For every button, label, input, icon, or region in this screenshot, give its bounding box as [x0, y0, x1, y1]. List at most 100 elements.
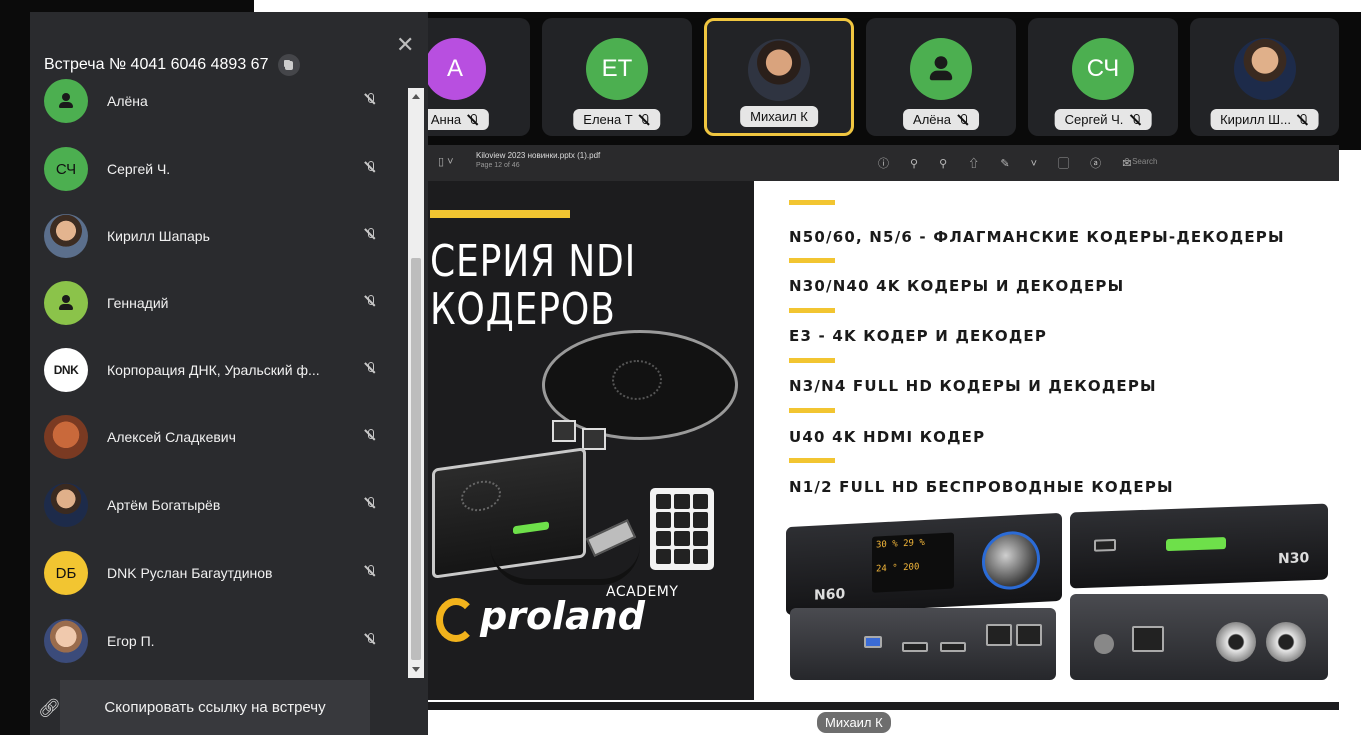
- scroll-down-arrow-icon[interactable]: [412, 667, 420, 672]
- background-top-left: [0, 0, 254, 12]
- encoder-n60-back-image: [790, 608, 1056, 680]
- feature-marker: [789, 200, 835, 205]
- feature-marker: [789, 358, 835, 363]
- sidebar-toggle-icon[interactable]: ▯ ˅: [438, 155, 454, 168]
- pdf-search-input[interactable]: ⚲ Search: [1124, 157, 1157, 166]
- encoder-n30-back-image: [1070, 594, 1328, 680]
- encoder-n30-image: N30: [1070, 503, 1328, 589]
- participant-list: Алёна СЧ Сергей Ч. Кирилл Шапарь Геннади…: [30, 78, 408, 678]
- proland-logo: proland ACADEMY: [436, 584, 696, 650]
- tile-name: Михаил К: [740, 106, 818, 127]
- participant-row[interactable]: Егор П.: [30, 607, 408, 675]
- mic-off-icon: [364, 632, 376, 650]
- participant-name: Кирилл Шапарь: [107, 228, 210, 244]
- pdf-toolbar-icons[interactable]: ⓘ ⚲ ⚲ ⇧ ✎ ˅ ▢ ⓐ ✉: [878, 155, 1140, 171]
- encoder-screen: 30 % 29 % 24 ° 200: [872, 532, 954, 593]
- avatar-photo: [44, 415, 88, 459]
- tile-name: Елена Т: [573, 109, 661, 130]
- mic-off-icon: [639, 113, 651, 126]
- tile-mikhail-active[interactable]: Михаил К: [704, 18, 854, 136]
- scroll-up-arrow-icon[interactable]: [412, 94, 420, 99]
- participant-row[interactable]: DБ DNK Руслан Багаутдинов: [30, 539, 408, 607]
- feature-marker: [789, 458, 835, 463]
- avatar: А: [424, 38, 486, 100]
- avatar-photo: [1233, 38, 1296, 100]
- tile-name: Сергей Ч.: [1054, 109, 1152, 130]
- participant-name: DNK Руслан Багаутдинов: [107, 565, 273, 581]
- feature-marker: [789, 308, 835, 313]
- tile-kirill[interactable]: Кирилл Ш...: [1190, 18, 1339, 136]
- avatar: ЕТ: [586, 38, 648, 100]
- mic-off-icon: [957, 113, 969, 126]
- feature-item: N3/N4 FULL HD КОДЕРЫ И ДЕКОДЕРЫ: [789, 377, 1157, 395]
- participant-name: Артём Богатырёв: [107, 497, 221, 513]
- mic-off-icon: [1297, 113, 1309, 126]
- scroll-thumb[interactable]: [411, 258, 421, 660]
- pdf-title: Kiloview 2023 новинки.pptx (1).pdf Page …: [476, 151, 600, 171]
- participant-row[interactable]: Артём Богатырёв: [30, 471, 408, 539]
- tile-sergey[interactable]: СЧ Сергей Ч.: [1028, 18, 1178, 136]
- feature-marker: [789, 408, 835, 413]
- panel-footer: 🔗︎ Скопировать ссылку на встречу: [30, 680, 428, 735]
- avatar-photo: [748, 39, 810, 101]
- feature-item: N50/60, N5/6 - ФЛАГМАНСКИЕ КОДЕРЫ-ДЕКОДЕ…: [789, 228, 1285, 246]
- participant-name: Егор П.: [107, 633, 155, 649]
- encoder-n60-image: 30 % 29 % 24 ° 200 N60: [786, 512, 1062, 616]
- tile-name: Анна: [420, 109, 490, 130]
- avatar: СЧ: [44, 147, 88, 191]
- participant-name: Алексей Сладкевич: [107, 429, 236, 445]
- mic-off-icon: [364, 564, 376, 582]
- feature-marker: [789, 258, 835, 263]
- mic-off-icon: [364, 361, 376, 379]
- mic-off-icon: [364, 227, 376, 245]
- avatar: [910, 38, 972, 100]
- active-speaker-label: Михаил К: [817, 712, 891, 733]
- mic-off-icon: [364, 496, 376, 514]
- avatar: [44, 79, 88, 123]
- participant-row[interactable]: Кирилл Шапарь: [30, 202, 408, 270]
- background-left: [0, 0, 30, 735]
- tile-alena[interactable]: Алёна: [866, 18, 1016, 136]
- avatar: DБ: [44, 551, 88, 595]
- cable-image: [490, 545, 640, 585]
- mic-off-icon: [467, 113, 479, 126]
- mic-off-icon: [364, 160, 376, 178]
- avatar-photo: [44, 214, 88, 258]
- tile-elena[interactable]: ЕТ Елена Т: [542, 18, 692, 136]
- copy-icon[interactable]: [278, 54, 301, 76]
- device-keypad-image: [650, 488, 714, 570]
- pdf-filename: Kiloview 2023 новинки.pptx (1).pdf: [476, 151, 601, 160]
- participant-name: Алёна: [107, 93, 148, 109]
- slide-bottom-edge: [428, 702, 1339, 710]
- participant-name: Сергей Ч.: [107, 161, 171, 177]
- feature-item: N1/2 FULL HD БЕСПРОВОДНЫЕ КОДЕРЫ: [789, 478, 1174, 496]
- avatar-photo: [44, 483, 88, 527]
- participants-panel: Встреча № 4041 6046 4893 67 ✕ Алёна СЧ С…: [30, 12, 428, 735]
- participant-row[interactable]: Алексей Сладкевич: [30, 403, 408, 471]
- slide-heading: СЕРИЯ NDI КОДЕРОВ: [430, 236, 637, 335]
- person-icon: [58, 93, 74, 109]
- participant-row[interactable]: Геннадий: [30, 269, 408, 337]
- feature-item: N30/N40 4K КОДЕРЫ И ДЕКОДЕРЫ: [789, 277, 1125, 295]
- participant-scrollbar[interactable]: [408, 88, 424, 678]
- close-icon[interactable]: ✕: [396, 32, 414, 58]
- participant-row[interactable]: DNK Корпорация ДНК, Уральский ф...: [30, 336, 408, 404]
- feature-item: E3 - 4K КОДЕР И ДЕКОДЕР: [789, 327, 1048, 345]
- person-icon: [928, 56, 954, 82]
- person-icon: [58, 295, 74, 311]
- participant-name: Корпорация ДНК, Уральский ф...: [107, 362, 320, 378]
- tile-name: Алёна: [903, 109, 979, 130]
- copy-link-button[interactable]: Скопировать ссылку на встречу: [60, 680, 370, 735]
- tile-name: Кирилл Ш...: [1210, 109, 1319, 130]
- participant-name: Геннадий: [107, 295, 169, 311]
- avatar: СЧ: [1072, 38, 1134, 100]
- link-icon: 🔗︎: [38, 698, 61, 718]
- mic-off-icon: [364, 92, 376, 110]
- slide-accent-bar: [430, 210, 570, 218]
- participant-row[interactable]: СЧ Сергей Ч.: [30, 135, 408, 203]
- avatar-photo: [44, 619, 88, 663]
- mic-off-icon: [1129, 113, 1141, 126]
- mic-off-icon: [364, 428, 376, 446]
- participant-row[interactable]: Алёна: [30, 78, 408, 135]
- feature-item: U40 4K HDMI КОДЕР: [789, 428, 986, 446]
